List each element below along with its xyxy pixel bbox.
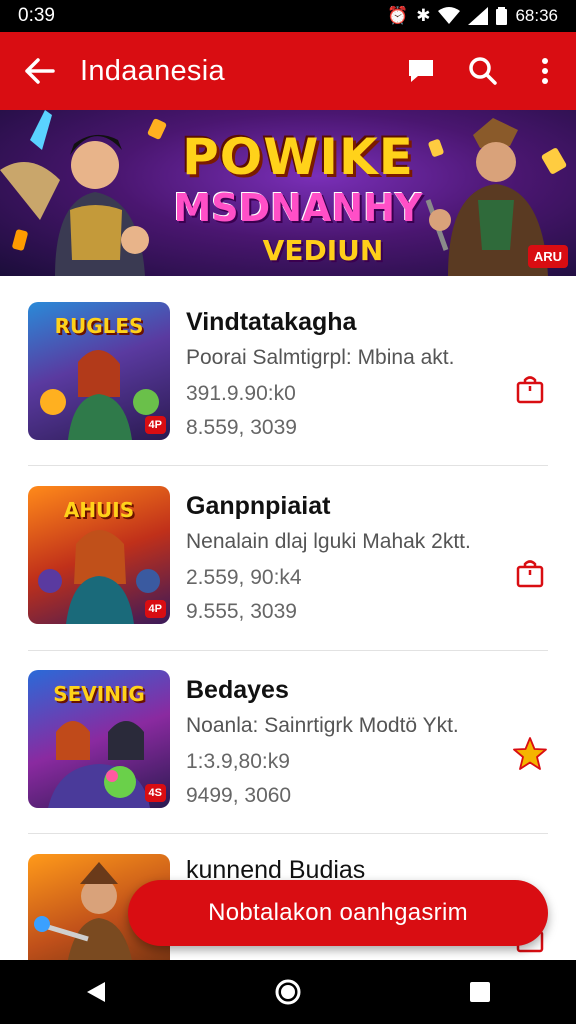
banner-tagline: VEDIUN bbox=[262, 234, 384, 267]
page-title: Indaanesia bbox=[80, 54, 225, 87]
more-options-button[interactable] bbox=[514, 32, 576, 110]
item-title: Ganpnpiaiat bbox=[186, 492, 331, 520]
star-icon bbox=[513, 737, 547, 770]
item-title: Bedayes bbox=[186, 676, 289, 704]
square-recents-icon bbox=[470, 982, 490, 1002]
item-title: Vindtatakagha bbox=[186, 308, 357, 336]
triangle-back-icon bbox=[87, 982, 105, 1002]
item-meta-secondary: 9499, 3060 bbox=[186, 784, 292, 807]
wifi-icon bbox=[438, 7, 461, 24]
item-meta-secondary: 9.555, 3039 bbox=[186, 600, 297, 623]
item-description: Poorai Salmtigrpl: Mbina akt. bbox=[186, 346, 455, 369]
signal-icon bbox=[468, 7, 489, 25]
rating-badge: 4P bbox=[144, 600, 166, 618]
list-item[interactable]: AHUIS 4P Ganpnpiaiat Nenalain dlaj lguki… bbox=[0, 460, 576, 644]
game-thumbnail: SEVINIG 4S bbox=[28, 670, 170, 808]
app-bar: Indaanesia bbox=[0, 32, 576, 110]
thumbnail-logo: RUGLES bbox=[54, 314, 144, 338]
game-thumbnail: RUGLES 4P bbox=[28, 302, 170, 440]
chat-button[interactable] bbox=[390, 32, 452, 110]
battery-icon bbox=[496, 7, 508, 25]
status-icons: ⏰ ✱ 68:36 bbox=[387, 6, 558, 26]
shopping-bag-icon bbox=[516, 376, 544, 404]
buy-button[interactable] bbox=[512, 555, 548, 591]
game-thumbnail: AHUIS 4P bbox=[28, 486, 170, 624]
item-meta-primary: 2.559, 90:k4 bbox=[186, 566, 302, 589]
status-bar: 0:39 ⏰ ✱ 68:36 bbox=[0, 0, 576, 32]
list-item[interactable]: SEVINIG 4S Bedayes Noanla: Sainrtigrk Mo… bbox=[0, 644, 576, 828]
system-nav-bar bbox=[0, 960, 576, 1024]
game-list: RUGLES 4P Vindtatakagha Poorai Salmtigrp… bbox=[0, 276, 576, 960]
item-description: Nenalain dlaj lguki Mahak 2ktt. bbox=[186, 530, 471, 553]
age-rating-badge: ARU bbox=[527, 245, 568, 268]
item-meta-primary: 391.9.90:k0 bbox=[186, 382, 296, 405]
item-description: Noanla: Sainrtigrk Modtö Ykt. bbox=[186, 714, 459, 737]
list-item[interactable]: RUGLES 4P Vindtatakagha Poorai Salmtigrp… bbox=[0, 276, 576, 460]
status-clock-right: 68:36 bbox=[515, 6, 558, 25]
rating-badge: 4S bbox=[144, 784, 166, 802]
search-icon bbox=[469, 57, 497, 85]
search-button[interactable] bbox=[452, 32, 514, 110]
nav-home-button[interactable] bbox=[248, 960, 328, 1024]
thumbnail-logo: AHUIS bbox=[63, 498, 135, 522]
alarm-icon: ⏰ bbox=[387, 6, 409, 25]
chat-icon bbox=[409, 60, 433, 82]
arrow-left-icon bbox=[25, 58, 55, 84]
nav-recents-button[interactable] bbox=[440, 960, 520, 1024]
nav-back-button[interactable] bbox=[56, 960, 136, 1024]
rating-badge: 4P bbox=[144, 416, 166, 434]
more-vert-icon bbox=[542, 58, 548, 84]
floating-action-button[interactable]: Nobtalakon oanhgasrim bbox=[128, 880, 548, 946]
back-button[interactable] bbox=[0, 32, 80, 110]
banner-subheadline: MSDNANHY bbox=[173, 186, 423, 230]
circle-home-icon bbox=[275, 979, 301, 1005]
status-time: 0:39 bbox=[18, 5, 55, 26]
buy-button[interactable] bbox=[512, 371, 548, 407]
favorite-button[interactable] bbox=[512, 736, 548, 772]
thumbnail-logo: SEVINIG bbox=[53, 682, 145, 706]
shopping-bag-icon bbox=[516, 560, 544, 588]
promo-banner[interactable]: POWIKE MSDNANHY VEDIUN ARU bbox=[0, 110, 576, 276]
item-meta-secondary: 8.559, 3039 bbox=[186, 416, 297, 439]
item-meta-primary: 1:3.9,80:k9 bbox=[186, 750, 290, 773]
banner-headline: POWIKE bbox=[182, 128, 414, 186]
bluetooth-icon: ✱ bbox=[416, 6, 431, 25]
